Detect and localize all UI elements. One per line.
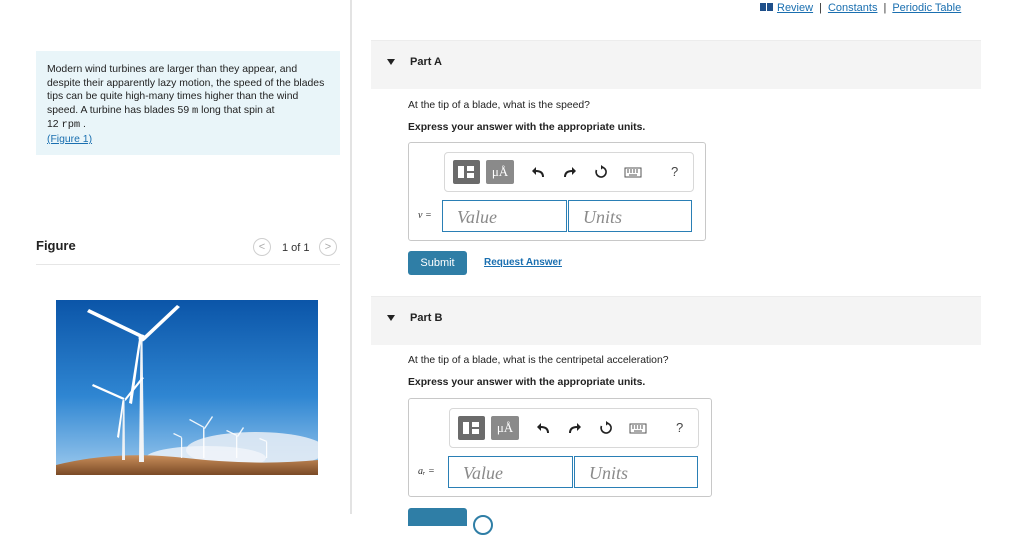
help-icon[interactable]: ? — [676, 420, 683, 435]
part-b-answer-box: μÅ ? aᵣ = Value Units — [408, 398, 712, 497]
wind-turbine-figure — [56, 300, 318, 475]
feedback-icon — [473, 515, 493, 535]
problem-text-2: long that spin at — [198, 104, 275, 116]
part-a-units-input[interactable]: Units — [568, 200, 692, 232]
figure-title: Figure — [36, 238, 76, 253]
template-icon — [463, 422, 479, 434]
units-symbols-button[interactable]: μÅ — [486, 160, 514, 184]
part-b-question: At the tip of a blade, what is the centr… — [408, 355, 669, 366]
top-links: Review | Constants | Periodic Table — [760, 2, 961, 14]
part-a-question: At the tip of a blade, what is the speed… — [408, 100, 590, 111]
figure-next-button[interactable]: > — [319, 238, 337, 256]
problem-text: Modern wind turbines are larger than the… — [47, 64, 325, 116]
spin-unit: rpm — [61, 119, 81, 132]
redo-icon[interactable] — [562, 165, 576, 179]
part-b-header[interactable]: Part B — [371, 296, 981, 345]
figure-divider — [36, 264, 340, 265]
undo-icon[interactable] — [532, 165, 546, 179]
part-a-variable-label: v = — [418, 210, 432, 221]
reset-icon[interactable] — [594, 165, 608, 179]
submit-button[interactable]: Submit — [408, 251, 467, 275]
reset-icon[interactable] — [599, 421, 613, 435]
template-button[interactable] — [458, 416, 485, 440]
part-a-instruction: Express your answer with the appropriate… — [408, 122, 646, 133]
panel-divider — [350, 0, 352, 514]
spin-value: 12 — [47, 119, 62, 131]
units-symbols-button[interactable]: μÅ — [491, 416, 519, 440]
problem-text-3: . — [80, 119, 86, 131]
redo-icon[interactable] — [567, 421, 581, 435]
collapse-triangle-icon[interactable] — [387, 315, 395, 321]
part-b-submit-button[interactable] — [408, 508, 467, 526]
part-a-toolbar: μÅ ? — [444, 152, 694, 192]
periodic-table-link[interactable]: Periodic Table — [892, 2, 961, 14]
part-b-units-input[interactable]: Units — [574, 456, 698, 488]
part-a-value-input[interactable]: Value — [442, 200, 567, 232]
part-b-variable-label: aᵣ = — [418, 466, 435, 477]
undo-icon[interactable] — [537, 421, 551, 435]
template-button[interactable] — [453, 160, 480, 184]
problem-statement: Modern wind turbines are larger than the… — [36, 51, 340, 155]
request-answer-link[interactable]: Request Answer — [484, 257, 562, 268]
link-separator: | — [819, 2, 822, 14]
link-separator: | — [883, 2, 887, 14]
book-icon — [760, 3, 773, 11]
collapse-triangle-icon[interactable] — [387, 59, 395, 65]
figure-prev-button[interactable]: < — [253, 238, 271, 256]
part-a-answer-box: μÅ ? v = Value Units — [408, 142, 706, 241]
part-a-header[interactable]: Part A — [371, 40, 981, 89]
part-b-value-input[interactable]: Value — [448, 456, 573, 488]
keyboard-icon[interactable] — [629, 421, 647, 435]
review-link[interactable]: Review — [777, 2, 813, 14]
figure-link[interactable]: (Figure 1) — [47, 134, 92, 145]
help-icon[interactable]: ? — [671, 164, 678, 179]
part-a-label: Part A — [410, 56, 442, 68]
part-b-instruction: Express your answer with the appropriate… — [408, 377, 646, 388]
part-b-toolbar: μÅ ? — [449, 408, 699, 448]
template-icon — [458, 166, 474, 178]
part-b-label: Part B — [410, 312, 443, 324]
constants-link[interactable]: Constants — [828, 2, 878, 14]
keyboard-icon[interactable] — [624, 165, 642, 179]
figure-page-label: 1 of 1 — [282, 242, 310, 254]
